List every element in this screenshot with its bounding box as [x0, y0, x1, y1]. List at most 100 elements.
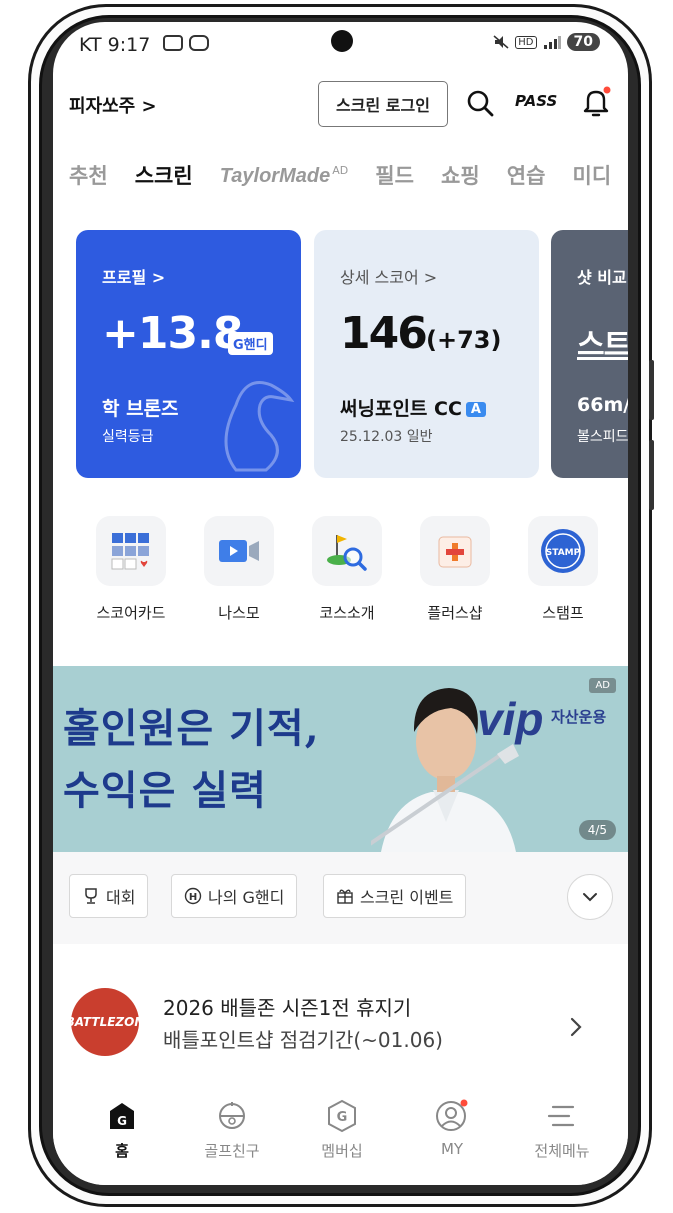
screenshot-icon	[163, 35, 183, 51]
battery-indicator: 70	[566, 33, 600, 51]
round-date: 25.12.03 일반	[340, 429, 433, 445]
taylormade-logo: TaylorMade	[219, 164, 331, 187]
course-name-text: 써닝포인트 CC	[340, 398, 462, 420]
quick-plus-shop-label: 플러스샵	[427, 604, 483, 622]
shot-distance: 66m/	[577, 394, 628, 416]
chevron-down-icon	[583, 893, 597, 902]
tab-taylormade[interactable]: TaylorMade AD	[220, 163, 348, 188]
notice-subtitle: 배틀포인트샵 점검기간(~01.06)	[163, 1028, 443, 1052]
crane-icon	[216, 365, 296, 478]
banner-headline-2: 수익은 실력	[63, 767, 267, 814]
notice-title: 2026 배틀존 시즌1전 휴지기	[163, 996, 412, 1020]
app-header: 피자쏘주 > 스크린 로그인 PASS	[53, 78, 628, 130]
banner-headline-1: 홀인원은 기적,	[63, 705, 320, 752]
status-bar: KT 9:17 HD 70	[53, 22, 628, 68]
quick-nasmo-label: 나스모	[218, 604, 260, 622]
tournament-chip-label: 대회	[106, 888, 136, 907]
quick-menu: 스코어카드 나스모 코스소개 플러스샵 STAMP 스탬프	[77, 516, 617, 636]
chevron-right-icon	[569, 1016, 583, 1042]
quick-stamp[interactable]: STAMP 스탬프	[509, 516, 617, 623]
tab-shopping[interactable]: 쇼핑	[441, 160, 480, 190]
profile-link: 프로필 >	[102, 268, 166, 287]
status-system-icons: HD 70	[493, 33, 600, 51]
user-name-link[interactable]: 피자쏘주 >	[69, 92, 157, 118]
nav-membership[interactable]: G 멤버십	[287, 1098, 397, 1161]
gift-icon	[337, 889, 353, 904]
quick-scorecard-label: 스코어카드	[96, 604, 166, 622]
tab-recommend[interactable]: 추천	[69, 160, 108, 190]
g-handicap-chip-button[interactable]: H 나의 G핸디	[171, 874, 298, 918]
score-delta: (+73)	[426, 326, 502, 354]
ad-badge: AD	[589, 678, 616, 693]
expand-chips-button[interactable]	[567, 874, 613, 920]
tournament-chip[interactable]: 대회	[69, 874, 149, 918]
hd-icon: HD	[515, 35, 537, 49]
membership-icon: G	[287, 1098, 397, 1134]
battlezone-logo: BATTLEZON	[66, 988, 144, 1056]
shot-compare-link: 샷 비교	[577, 268, 627, 287]
nav-golf-friends[interactable]: 골프친구	[177, 1098, 287, 1161]
battlezone-notice[interactable]: BATTLEZON 2026 배틀존 시즌1전 휴지기 배틀포인트샵 점검기간(…	[53, 944, 628, 1084]
g-handicap-chip-label: 나의 G핸디	[208, 888, 285, 907]
tab-screen[interactable]: 스크린	[135, 160, 193, 190]
video-icon	[204, 516, 274, 586]
trophy-icon	[85, 888, 97, 904]
ball-speed-label: 볼스피드	[577, 429, 628, 445]
nav-home-label: 홈	[115, 1142, 129, 1160]
svg-text:G: G	[337, 1110, 348, 1125]
score-value: 146	[340, 308, 428, 359]
handicap-value: +13.8	[102, 308, 243, 359]
my-profile-icon	[397, 1098, 507, 1134]
tab-media[interactable]: 미디	[573, 160, 612, 190]
screen-login-button[interactable]: 스크린 로그인	[318, 81, 448, 127]
course-search-icon	[312, 516, 382, 586]
nav-all-menu-label: 전체메뉴	[534, 1142, 590, 1160]
nav-membership-label: 멤버십	[321, 1142, 363, 1160]
score-card[interactable]: 상세 스코어 > 146 (+73) 써닝포인트 CC A 25.12.03 일반	[314, 230, 539, 478]
skill-grade: 학 브론즈	[102, 398, 179, 420]
tab-field[interactable]: 필드	[375, 160, 414, 190]
notification-bell-icon[interactable]	[581, 86, 611, 122]
category-tabs: 추천 스크린 TaylorMade AD 필드 쇼핑 연습 미디	[69, 160, 628, 194]
voicemail-icon	[189, 35, 209, 51]
score-detail-link: 상세 스코어 >	[340, 268, 438, 287]
quick-course[interactable]: 코스소개	[293, 516, 401, 623]
mute-icon	[493, 35, 509, 49]
banner-page-indicator: 4/5	[578, 820, 616, 840]
ad-label: AD	[332, 163, 349, 177]
pass-icon[interactable]: PASS	[515, 92, 557, 110]
screen-event-chip[interactable]: 스크린 이벤트	[323, 874, 467, 918]
nav-my[interactable]: MY	[397, 1098, 507, 1158]
nav-all-menu[interactable]: 전체메뉴	[507, 1098, 617, 1161]
shot-compare-big: 스트	[577, 328, 628, 363]
profile-card[interactable]: 프로필 > +13.8 G핸디 학 브론즈 실력등급	[76, 230, 301, 478]
svg-text:H: H	[189, 892, 197, 903]
plus-shop-icon	[420, 516, 490, 586]
nav-golf-friends-label: 골프친구	[204, 1142, 260, 1160]
quick-course-label: 코스소개	[319, 604, 375, 622]
nav-my-label: MY	[440, 1140, 464, 1158]
ad-banner[interactable]: 홀인원은 기적, 수익은 실력 vip 자산운용 AD 4/5	[53, 666, 628, 852]
search-icon[interactable]	[465, 88, 495, 122]
tab-practice[interactable]: 연습	[507, 160, 546, 190]
quick-nasmo[interactable]: 나스모	[185, 516, 293, 623]
svg-text:G: G	[117, 1114, 127, 1128]
vip-logo-subtitle: 자산운용	[551, 708, 607, 726]
course-name: 써닝포인트 CC A	[340, 394, 486, 421]
nav-home[interactable]: G 홈	[67, 1098, 177, 1161]
front-camera	[331, 30, 353, 52]
quick-plus-shop[interactable]: 플러스샵	[401, 516, 509, 623]
g-handicap-chip: G핸디	[228, 332, 273, 355]
course-grade-badge: A	[465, 402, 486, 417]
quick-stamp-label: 스탬프	[542, 604, 584, 622]
golf-friends-icon	[177, 1098, 287, 1134]
quick-scorecard[interactable]: 스코어카드	[77, 516, 185, 623]
shot-compare-card[interactable]: 샷 비교 스트 66m/ 볼스피드	[551, 230, 628, 478]
volume-button	[649, 360, 654, 420]
app-screen: KT 9:17 HD 70 피자쏘주 > 스크린 로그인 PASS 추천 스크린…	[53, 22, 628, 1185]
stamp-icon-text: STAMP	[546, 548, 581, 558]
vip-logo: vip	[477, 693, 544, 745]
stamp-icon: STAMP	[528, 516, 598, 586]
status-notification-icons	[163, 35, 209, 51]
skill-grade-label: 실력등급	[102, 429, 154, 445]
